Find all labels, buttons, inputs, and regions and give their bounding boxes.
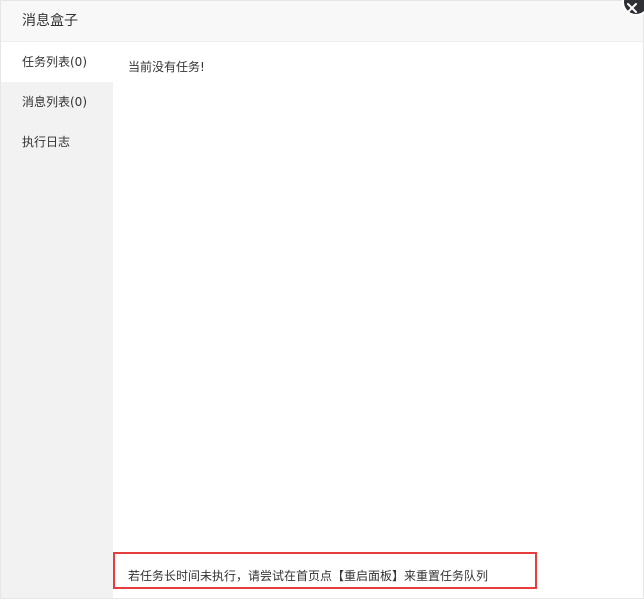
- sidebar-item-execution-log[interactable]: 执行日志: [1, 122, 113, 162]
- sidebar-item-task-list[interactable]: 任务列表(0): [1, 42, 113, 82]
- sidebar: 任务列表(0) 消息列表(0) 执行日志: [1, 42, 113, 598]
- restart-tip-text: 若任务长时间未执行，请尝试在首页点【重启面板】来重置任务队列: [128, 569, 489, 583]
- close-button[interactable]: [622, 0, 644, 16]
- sidebar-item-label: 执行日志: [22, 135, 71, 149]
- sidebar-item-label: 消息列表(0): [22, 95, 87, 109]
- task-list-panel: 当前没有任务!: [113, 42, 643, 598]
- dialog-title: 消息盒子: [22, 13, 78, 29]
- sidebar-item-message-list[interactable]: 消息列表(0): [1, 82, 113, 122]
- dialog-title-bar: 消息盒子: [1, 1, 643, 42]
- close-icon: [627, 3, 637, 13]
- tip-highlight-box: 若任务长时间未执行，请尝试在首页点【重启面板】来重置任务队列: [113, 552, 537, 589]
- message-box-dialog: 消息盒子 任务列表(0) 消息列表(0) 执行日志 当前没有任务! 若任务长时间…: [0, 0, 644, 599]
- sidebar-item-label: 任务列表(0): [22, 55, 87, 69]
- empty-task-message: 当前没有任务!: [128, 60, 205, 74]
